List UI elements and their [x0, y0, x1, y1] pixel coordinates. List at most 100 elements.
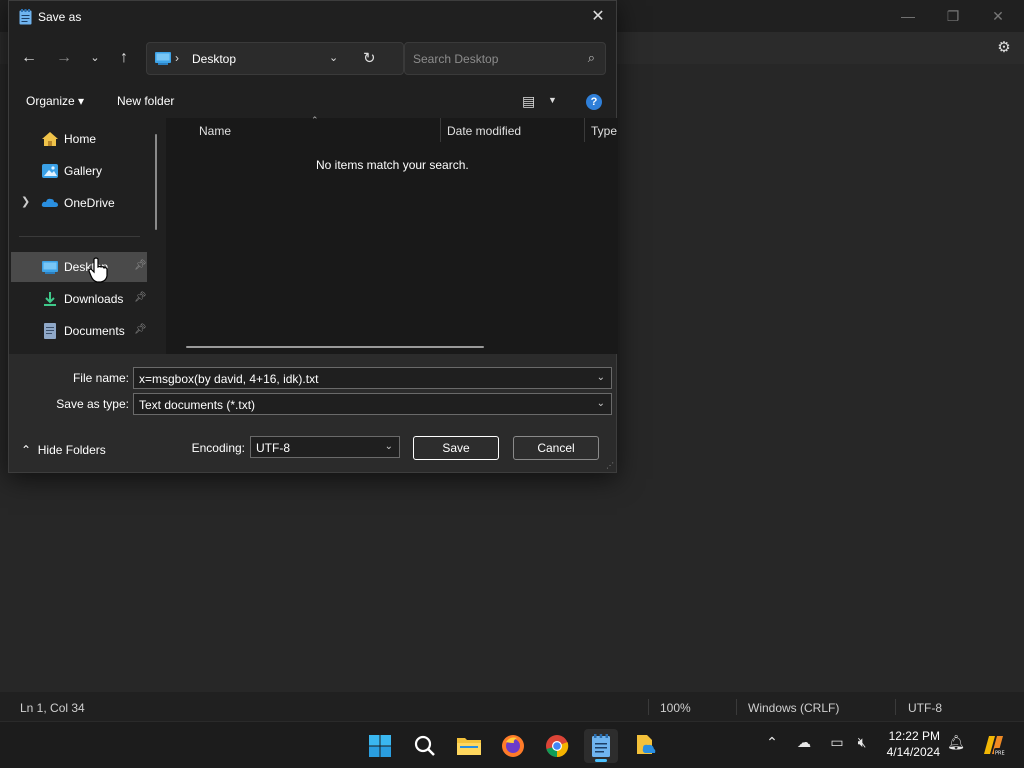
- chrome-icon[interactable]: [540, 729, 574, 763]
- dialog-title: Save as: [38, 10, 82, 24]
- chevron-down-icon[interactable]: ⌄: [597, 372, 605, 383]
- hide-folders-button[interactable]: ⌃ Hide Folders: [21, 443, 106, 457]
- nav-item-label: Gallery: [64, 164, 103, 178]
- status-bar: Ln 1, Col 34 100% Windows (CRLF) UTF-8: [0, 693, 1024, 721]
- recent-locations-chevron-icon[interactable]: ⌄: [83, 45, 107, 71]
- dialog-footer: File name: x=msgbox(by david, 4+16, idk)…: [9, 354, 616, 472]
- organize-label: Organize: [26, 94, 75, 108]
- line-ending: Windows (CRLF): [748, 701, 840, 715]
- expand-chevron-icon[interactable]: ❯: [21, 195, 30, 208]
- help-icon[interactable]: ?: [586, 94, 602, 110]
- show-hidden-icons-chevron-icon[interactable]: ⌃: [761, 734, 783, 751]
- nav-item-label: OneDrive: [64, 196, 115, 210]
- save-as-type-select[interactable]: Text documents (*.txt) ⌄: [133, 393, 612, 415]
- encoding-value: UTF-8: [256, 441, 290, 455]
- address-dropdown-icon[interactable]: ⌄: [329, 51, 338, 64]
- zoom-level: 100%: [660, 701, 691, 715]
- navigation-pane: Home Gallery ❯ OneDrive Desktop 📌︎ Downl…: [9, 118, 166, 354]
- search-placeholder: Search Desktop: [413, 52, 499, 66]
- clock-time: 12:22 PM: [888, 729, 940, 743]
- nav-item-downloads[interactable]: Downloads 📌︎: [11, 284, 147, 314]
- document-icon: [44, 323, 56, 339]
- pin-icon[interactable]: 📌︎: [134, 260, 147, 271]
- onedrive-offline-icon[interactable]: ☁︎: [793, 734, 815, 751]
- dialog-titlebar: Save as ✕: [9, 1, 616, 33]
- address-location: Desktop: [192, 52, 237, 66]
- file-list[interactable]: ⌃ Name Date modified Type No items match…: [166, 115, 618, 354]
- column-header-date-modified[interactable]: Date modified: [447, 124, 521, 138]
- save-as-type-label: Save as type:: [56, 397, 129, 411]
- nav-item-desktop[interactable]: Desktop 📌︎: [11, 252, 147, 282]
- navigation-scrollbar[interactable]: [155, 134, 157, 230]
- up-arrow-icon[interactable]: ↑: [112, 45, 136, 71]
- settings-gear-icon[interactable]: ⚙: [996, 40, 1012, 56]
- breadcrumb-chevron-icon: ›: [175, 51, 179, 65]
- nav-item-label: Home: [64, 132, 97, 146]
- svg-text:PRE: PRE: [995, 751, 1005, 757]
- search-icon[interactable]: [408, 729, 442, 763]
- firefox-icon[interactable]: [496, 729, 530, 763]
- minimize-button[interactable]: —: [888, 4, 928, 28]
- save-button[interactable]: Save: [413, 436, 499, 460]
- organize-button[interactable]: Organize ▾: [26, 94, 84, 108]
- column-divider[interactable]: [584, 118, 585, 142]
- status-divider: [895, 699, 896, 715]
- chevron-down-icon[interactable]: ⌄: [385, 441, 393, 452]
- dialog-close-button[interactable]: ✕: [584, 3, 612, 31]
- maximize-button[interactable]: ❐: [933, 4, 973, 28]
- status-divider: [736, 699, 737, 715]
- nav-item-onedrive[interactable]: ❯ OneDrive: [11, 188, 147, 218]
- horizontal-scrollbar[interactable]: [186, 346, 484, 348]
- new-folder-button[interactable]: New folder: [117, 94, 174, 108]
- save-as-type-value: Text documents (*.txt): [139, 398, 256, 412]
- notepad-icon[interactable]: [584, 729, 618, 763]
- nav-item-documents[interactable]: Documents 📌︎: [11, 316, 147, 346]
- back-arrow-icon[interactable]: ←: [17, 45, 41, 71]
- chevron-down-icon[interactable]: ⌄: [597, 398, 605, 409]
- file-name-input[interactable]: x=msgbox(by david, 4+16, idk).txt ⌄: [133, 367, 612, 389]
- pin-icon[interactable]: 📌︎: [134, 324, 147, 335]
- gallery-icon: [42, 164, 58, 178]
- hide-folders-label: Hide Folders: [37, 443, 106, 457]
- column-divider[interactable]: [440, 118, 441, 142]
- cancel-button[interactable]: Cancel: [513, 436, 599, 460]
- desktop-icon: [42, 261, 58, 274]
- pin-icon[interactable]: 📌︎: [134, 292, 147, 303]
- view-options-icon[interactable]: ▤: [522, 93, 535, 110]
- address-bar[interactable]: › Desktop ⌄ ↻: [146, 42, 404, 75]
- hand-cursor-icon: [88, 257, 108, 283]
- download-icon: [44, 292, 56, 306]
- system-clock[interactable]: 12:22 PM 4/14/2024: [887, 728, 940, 760]
- encoding-select[interactable]: UTF-8 ⌄: [250, 436, 400, 458]
- cursor-position: Ln 1, Col 34: [20, 701, 85, 715]
- view-dropdown-icon[interactable]: ▼: [548, 95, 557, 105]
- file-name-label: File name:: [72, 371, 129, 385]
- close-button[interactable]: ✕: [978, 4, 1018, 28]
- resize-grip-icon[interactable]: ⋰: [606, 461, 614, 470]
- encoding-label: Encoding:: [191, 441, 245, 455]
- forward-arrow-icon[interactable]: →: [52, 45, 76, 71]
- copilot-icon[interactable]: PRE: [980, 732, 1006, 761]
- volume-muted-icon[interactable]: 🔇︎: [851, 734, 873, 751]
- search-box[interactable]: Search Desktop ⌕: [404, 42, 606, 75]
- nav-item-gallery[interactable]: Gallery: [11, 156, 147, 186]
- status-divider: [648, 699, 649, 715]
- column-header-name[interactable]: Name: [199, 124, 231, 138]
- nav-divider: [19, 236, 140, 237]
- windows-start-icon[interactable]: [363, 729, 397, 763]
- encoding-status: UTF-8: [908, 701, 942, 715]
- network-icon[interactable]: ▭: [826, 734, 848, 751]
- refresh-icon[interactable]: ↻: [363, 49, 376, 67]
- sort-ascending-icon: ⌃: [311, 115, 319, 125]
- notification-bell-icon[interactable]: 🔔︎: [945, 734, 967, 751]
- nav-item-label: Documents: [64, 324, 125, 338]
- column-header-type[interactable]: Type: [591, 124, 617, 138]
- empty-message: No items match your search.: [316, 158, 469, 172]
- taskbar: ⌃ ☁︎ ▭ 🔇︎ 12:22 PM 4/14/2024 🔔︎ PRE: [0, 721, 1024, 768]
- save-as-dialog: Save as ✕ ← → ⌄ ↑ › Desktop ⌄ ↻ Search D…: [8, 0, 618, 473]
- search-icon[interactable]: ⌕: [588, 50, 595, 66]
- active-app-indicator: [595, 759, 607, 762]
- file-app-icon[interactable]: [628, 729, 662, 763]
- nav-item-home[interactable]: Home: [11, 124, 147, 154]
- file-explorer-icon[interactable]: [452, 729, 486, 763]
